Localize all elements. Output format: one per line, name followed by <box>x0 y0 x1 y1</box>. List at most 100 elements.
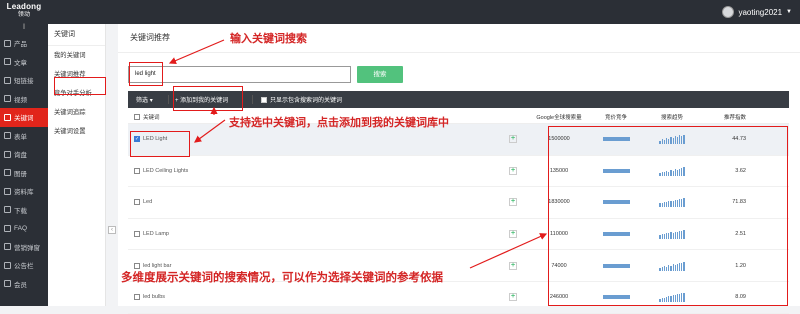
sidebar-item-3[interactable]: 视频 <box>0 90 48 109</box>
add-keyword-plus-icon[interactable]: + <box>509 230 517 239</box>
row-checkbox[interactable] <box>134 199 140 206</box>
menu-icon <box>4 169 11 177</box>
page-title: 关键词推荐 <box>130 33 170 42</box>
sidebar-item-13[interactable]: 会员 <box>0 275 48 294</box>
highlight-box-metrics <box>548 126 788 306</box>
add-keyword-plus-icon[interactable]: + <box>509 293 517 302</box>
row-checkbox[interactable] <box>134 231 140 238</box>
menu-grip-icon[interactable]: ǁ <box>0 24 48 34</box>
search-button[interactable]: 搜索 <box>357 66 403 83</box>
subnav-item-keyword-tracking[interactable]: 关键词追踪 <box>48 103 105 122</box>
row-checkbox[interactable] <box>134 294 140 301</box>
keyword-cell: LED Lamp <box>128 231 498 238</box>
row-checkbox[interactable] <box>134 167 140 174</box>
sidebar: ǁ 产品文章短链接视频关键词表单询盘 图册资料库下载 FAQ 营销弹窗公告栏会员 <box>0 24 48 306</box>
chevron-down-icon: ▾ <box>149 98 153 104</box>
divider <box>118 52 800 53</box>
add-cell: + <box>498 293 528 302</box>
checkbox-icon <box>261 96 267 103</box>
add-keyword-plus-icon[interactable]: + <box>509 135 517 144</box>
menu-icon <box>4 243 11 251</box>
menu-icon <box>4 113 11 121</box>
sidebar-item-9[interactable]: 下载 <box>0 201 48 220</box>
menu-icon <box>4 150 11 158</box>
sidebar-item-label: 产品 <box>14 41 27 49</box>
show-only-matching-toggle[interactable]: 只显示包含搜索词的关键词 <box>252 95 342 104</box>
header-volume[interactable]: Google全球搜索量 <box>528 113 590 121</box>
sidebar-item-11[interactable]: 营销弹窗 <box>0 238 48 257</box>
keyword-cell: LED Ceiling Lights <box>128 167 498 174</box>
keyword-cell: led light bar <box>128 262 498 269</box>
annotation-add: 支持选中关键词，点击添加到我的关键词库中 <box>229 117 449 129</box>
sidebar-item-label: 关键词 <box>14 115 34 123</box>
sidebar-item-label: FAQ <box>14 224 28 232</box>
sidebar-item-2[interactable]: 短链接 <box>0 71 48 90</box>
sidebar-item-4[interactable]: 关键词 <box>0 108 48 127</box>
header-index[interactable]: 推荐指数 <box>702 113 752 121</box>
menu-icon <box>4 187 11 195</box>
add-cell: + <box>498 261 528 270</box>
menu-icon <box>4 280 11 288</box>
sidebar-item-6[interactable]: 询盘 <box>0 145 48 164</box>
sidebar-item-8[interactable]: 资料库 <box>0 182 48 201</box>
add-cell: + <box>498 135 528 144</box>
menu-icon <box>4 132 11 140</box>
keyword-text: Led <box>143 199 153 206</box>
sidebar-item-label: 会员 <box>14 281 27 289</box>
subnav-item-keyword-settings[interactable]: 关键词设置 <box>48 122 105 141</box>
select-all-checkbox[interactable] <box>134 113 140 120</box>
add-cell: + <box>498 230 528 239</box>
add-cell: + <box>498 198 528 207</box>
highlight-box-subnav <box>54 77 106 95</box>
header-trend: 搜索趋势 <box>660 114 683 121</box>
brand-name: Leadong <box>6 2 42 11</box>
keyword-cell: led bulbs <box>128 294 498 301</box>
keyword-text: led light bar <box>143 262 172 269</box>
sidebar-item-10[interactable]: FAQ <box>0 219 48 238</box>
filter-dropdown[interactable]: 筛选 ▾ <box>128 95 168 104</box>
sidebar-item-5[interactable]: 表单 <box>0 127 48 146</box>
brand-logo[interactable]: Leadong 领动 <box>4 3 44 19</box>
add-keyword-plus-icon[interactable]: + <box>509 166 517 175</box>
sidebar-item-7[interactable]: 图册 <box>0 164 48 183</box>
annotation-search: 输入关键词搜索 <box>230 33 307 45</box>
subnav-item-my-keywords[interactable]: 我的关键词 <box>48 46 105 65</box>
sidebar-item-label: 营销弹窗 <box>14 244 40 252</box>
row-checkbox[interactable] <box>134 262 140 269</box>
sidebar-item-label: 视频 <box>14 96 27 104</box>
header-keyword-label: 关键词 <box>143 114 160 121</box>
keyword-text: LED Lamp <box>143 231 169 238</box>
sidebar-item-label: 下载 <box>14 207 27 215</box>
keyword-text: led bulbs <box>143 294 166 301</box>
sidebar-item-12[interactable]: 公告栏 <box>0 256 48 275</box>
menu-icon <box>4 39 11 47</box>
menu-icon <box>4 76 11 84</box>
highlight-box-checkbox <box>130 131 190 157</box>
username: yaoting2021 <box>738 7 783 17</box>
menu-icon <box>4 58 11 66</box>
collapse-panel-button[interactable]: ‹ <box>108 226 116 234</box>
filter-label: 筛选 <box>136 98 149 104</box>
add-keyword-plus-icon[interactable]: + <box>509 198 517 207</box>
sidebar-item-label: 资料库 <box>14 189 34 197</box>
menu-icon <box>4 261 11 269</box>
sidebar-item-1[interactable]: 文章 <box>0 53 48 72</box>
sidebar-item-label: 表单 <box>14 133 27 141</box>
sidebar-item-label: 文章 <box>14 59 27 67</box>
sidebar-item-0[interactable]: 产品 <box>0 34 48 53</box>
add-cell: + <box>498 166 528 175</box>
menu-icon <box>4 206 11 214</box>
annotation-metrics: 多维度展示关键词的搜索情况，可以作为选择关键词的参考依据 <box>121 272 443 284</box>
highlight-box-search <box>129 62 163 86</box>
brand-sub: 领动 <box>17 12 31 18</box>
sidebar-item-label: 公告栏 <box>14 263 34 271</box>
keyword-text: LED Ceiling Lights <box>143 167 189 174</box>
add-keyword-plus-icon[interactable]: + <box>509 261 517 270</box>
show-only-label: 只显示包含搜索词的关键词 <box>270 98 343 104</box>
highlight-box-add <box>173 86 243 111</box>
sidebar-item-label: 短链接 <box>14 78 34 86</box>
user-menu[interactable]: yaoting2021 ▼ <box>722 6 792 18</box>
menu-icon <box>4 224 11 232</box>
menu-icon <box>4 95 11 103</box>
keyword-cell: Led <box>128 199 498 206</box>
